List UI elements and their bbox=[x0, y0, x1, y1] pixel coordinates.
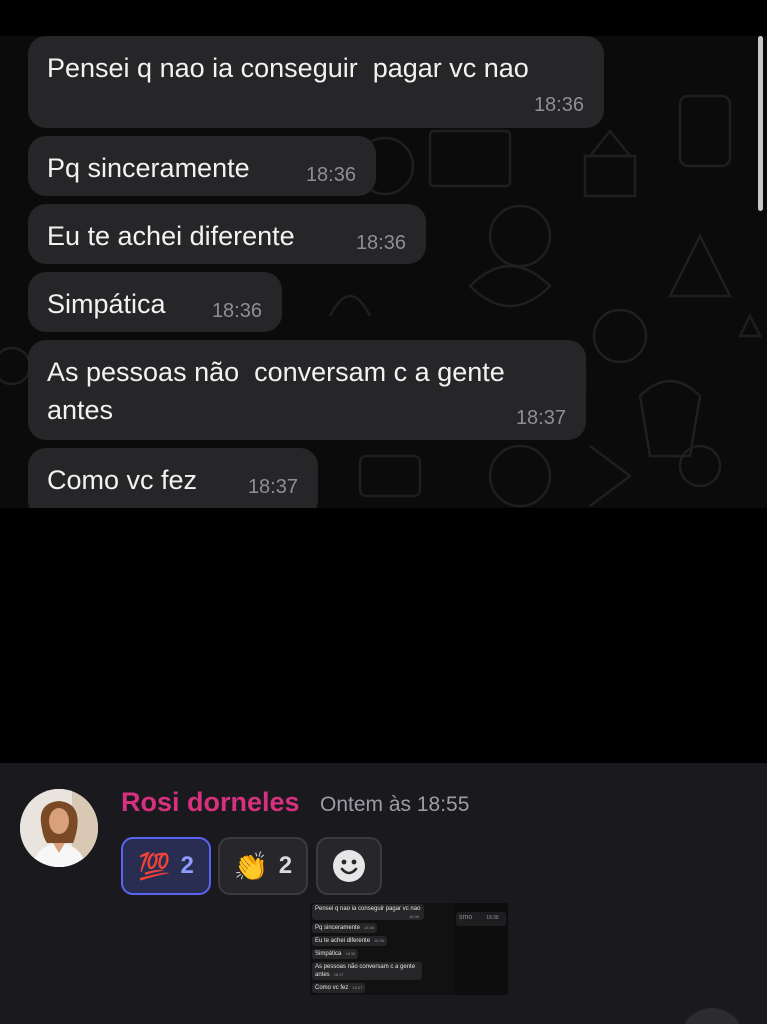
avatar[interactable] bbox=[20, 789, 98, 867]
add-reaction-button[interactable] bbox=[316, 837, 382, 895]
avatar-photo bbox=[20, 789, 98, 867]
thumb-message-time: 18:36 bbox=[364, 925, 375, 930]
thumb-right-panel: smo 18:38 bbox=[454, 903, 508, 995]
chat-message: Como vc fez 18:37 bbox=[28, 448, 318, 508]
chat-message-text: Pensei q nao ia conseguir pagar vc nao bbox=[47, 53, 529, 83]
chat-message: Pensei q nao ia conseguir pagar vc nao 1… bbox=[28, 36, 604, 128]
thumb-message: Pq sinceramente 18:36 bbox=[312, 923, 378, 933]
image-letterbox bbox=[0, 508, 767, 763]
chat-top-strip bbox=[0, 0, 767, 36]
thumb-right-bubble: smo 18:38 bbox=[456, 912, 506, 926]
thumb-message-text: Como vc fez bbox=[315, 985, 349, 991]
chat-message-time: 18:37 bbox=[247, 476, 298, 498]
thumb-message: Eu te achei diferente 18:36 bbox=[312, 936, 388, 946]
chat-message: As pessoas não conversam c a gente antes… bbox=[28, 340, 586, 440]
chat-message-time: 18:37 bbox=[515, 407, 566, 429]
chat-message: Simpática 18:36 bbox=[28, 272, 282, 332]
hundred-points-icon: 💯 bbox=[138, 850, 171, 881]
thumb-message-text: Simpática bbox=[315, 951, 342, 957]
thumb-message: As pessoas não conversam c a gente antes… bbox=[312, 962, 422, 980]
message-post: Rosi dorneles Ontem às 18:55 💯 2 👏 2 Pen… bbox=[0, 763, 767, 1024]
thumb-message: Simpática 18:36 bbox=[312, 949, 359, 959]
reaction-clap-button[interactable]: 👏 2 bbox=[218, 837, 308, 895]
chat-message-time: 18:36 bbox=[355, 232, 406, 254]
thumb-message-time: 18:37 bbox=[333, 972, 344, 977]
reaction-count: 2 bbox=[278, 852, 293, 879]
chat-message-time: 18:36 bbox=[305, 164, 356, 186]
thumb-message: Pensei q nao ia conseguir pagar vc nao 1… bbox=[312, 904, 424, 920]
thumb-message-text: Eu te achei diferente bbox=[315, 938, 371, 944]
post-timestamp: Ontem às 18:55 bbox=[320, 793, 470, 816]
smiley-face-icon bbox=[333, 850, 365, 882]
thumb-message-text: Pq sinceramente bbox=[315, 925, 361, 931]
thumb-right-time: 18:38 bbox=[486, 915, 499, 921]
chat-message-text: Eu te achei diferente bbox=[47, 221, 295, 251]
thumb-message: Como vc fez 18:37 bbox=[312, 983, 366, 993]
reaction-100-button[interactable]: 💯 2 bbox=[121, 837, 211, 895]
thumb-message-time: 18:36 bbox=[345, 951, 356, 956]
clapping-hands-icon: 👏 bbox=[233, 850, 269, 882]
chat-message-text: As pessoas não conversam c a gente antes bbox=[47, 357, 505, 425]
chat-message-time: 18:36 bbox=[211, 300, 262, 322]
chat-message: Eu te achei diferente 18:36 bbox=[28, 204, 426, 264]
thumb-message-time: 18:36 bbox=[374, 938, 385, 943]
thumb-message-text: Pensei q nao ia conseguir pagar vc nao bbox=[315, 906, 421, 912]
chat-scrollbar[interactable] bbox=[758, 36, 763, 211]
thumb-message-text: As pessoas não conversam c a gente antes bbox=[315, 964, 416, 978]
reaction-count: 2 bbox=[180, 852, 194, 879]
chat-message-time: 18:36 bbox=[533, 94, 584, 116]
thumb-message-time: 18:36 bbox=[409, 914, 420, 919]
thumb-right-text: smo bbox=[459, 914, 473, 921]
thumb-message-time: 18:37 bbox=[352, 985, 363, 990]
attached-image-thumbnail[interactable]: Pensei q nao ia conseguir pagar vc nao 1… bbox=[310, 903, 508, 995]
chat-message: Pq sinceramente 18:36 bbox=[28, 136, 376, 196]
chat-screenshot: Pensei q nao ia conseguir pagar vc nao 1… bbox=[0, 0, 767, 508]
author-name[interactable]: Rosi dorneles bbox=[121, 787, 300, 818]
